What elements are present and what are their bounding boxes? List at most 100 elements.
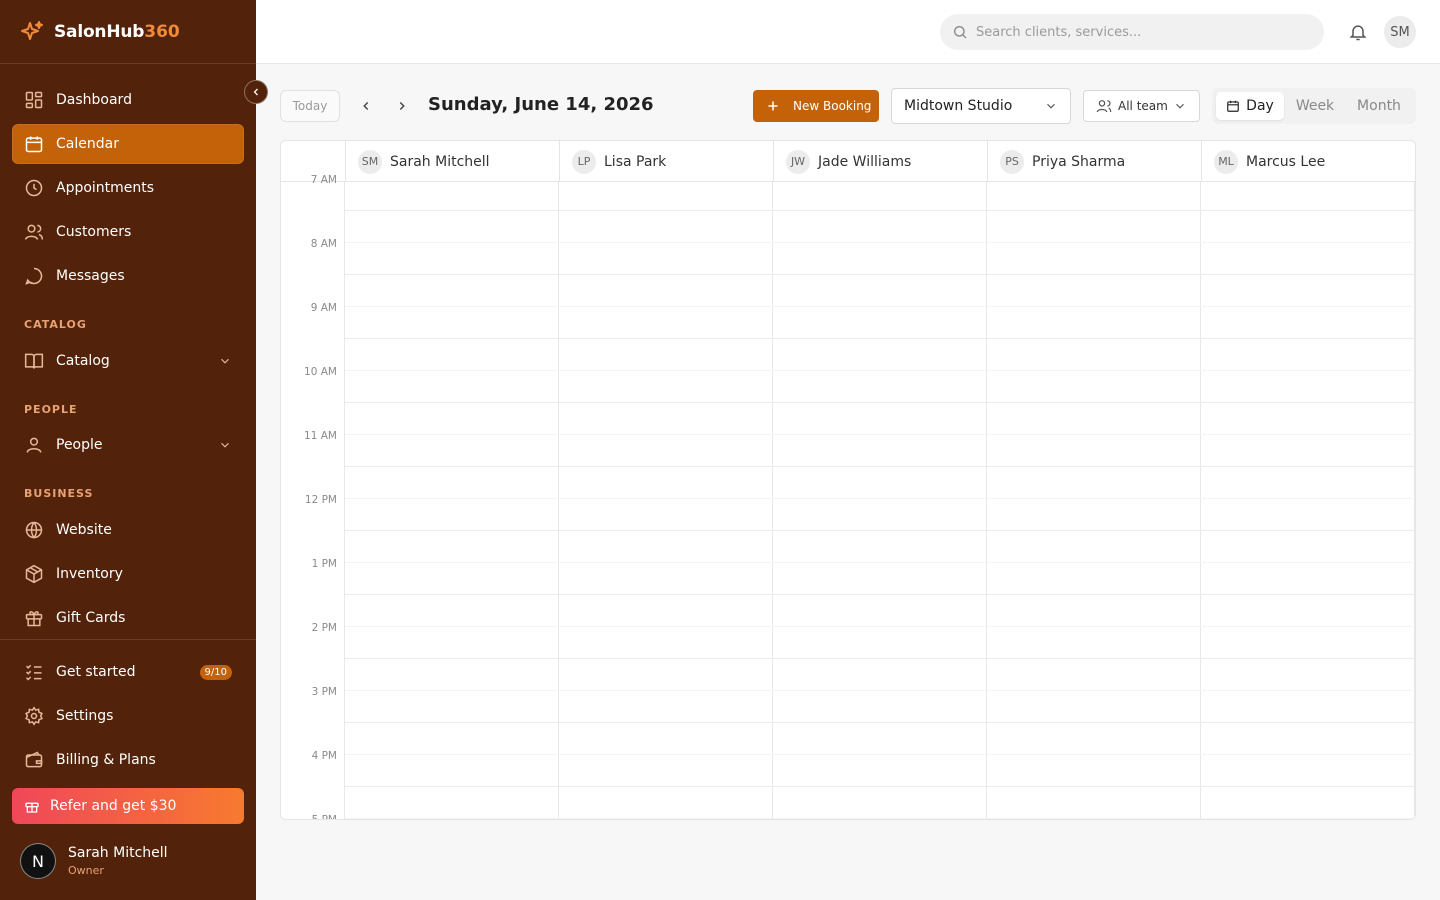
search-bar[interactable]: [940, 14, 1324, 50]
gear-icon: [25, 706, 43, 726]
sidebar-item-appointments[interactable]: Appointments: [12, 168, 244, 208]
team-filter[interactable]: All team: [1083, 90, 1200, 122]
half-hour-line: [345, 754, 1415, 755]
brand-name: SalonHub: [54, 21, 145, 42]
calendar-icon: [25, 136, 43, 153]
sparkle-logo-icon: [21, 20, 43, 40]
staff-column-header[interactable]: PS Priya Sharma: [987, 141, 1201, 182]
search-input[interactable]: [976, 24, 1296, 40]
avatar: JW: [786, 149, 810, 174]
chevron-left-icon: [253, 88, 258, 96]
today-button[interactable]: Today: [280, 90, 340, 122]
sidebar-item-label: Gift Cards: [56, 610, 126, 626]
hour-line: [345, 338, 1415, 339]
half-hour-line: [345, 626, 1415, 627]
column-divider: [1200, 182, 1201, 819]
sidebar-item-label: Appointments: [56, 180, 155, 196]
column-divider: [986, 182, 987, 819]
staff-column-header[interactable]: LP Lisa Park: [559, 141, 773, 182]
next-day-button[interactable]: [392, 96, 412, 116]
sidebar-item-billing[interactable]: Billing & Plans: [12, 740, 244, 780]
sidebar: SalonHub 360 Dashboard Calendar Appointme…: [0, 0, 256, 900]
checklist-icon: [25, 664, 42, 681]
sidebar-item-label: Customers: [56, 224, 132, 240]
sidebar-item-website[interactable]: Website: [12, 510, 244, 550]
time-label: 8 AM: [310, 238, 337, 250]
user-name: Sarah Mitchell: [68, 845, 168, 861]
chevron-left-icon: [363, 101, 369, 111]
staff-name: Sarah Mitchell: [390, 153, 490, 170]
collapse-sidebar-button[interactable]: [244, 80, 268, 104]
time-label: 4 PM: [311, 750, 337, 762]
half-hour-line: [345, 818, 1415, 819]
sidebar-item-dashboard[interactable]: Dashboard: [12, 80, 244, 120]
sidebar-item-gift-cards[interactable]: Gift Cards: [12, 598, 244, 638]
hour-line: [345, 786, 1415, 787]
view-day-button[interactable]: Day: [1216, 92, 1284, 120]
location-select[interactable]: Midtown Studio: [891, 88, 1071, 124]
sidebar-item-inventory[interactable]: Inventory: [12, 554, 244, 594]
chevron-down-icon: [1047, 103, 1055, 109]
users-icon: [24, 224, 44, 240]
time-grid[interactable]: 7 AM 8 AM 9 AM 10 AM 11 AM 12 PM 1 PM 2 PM 3 PM 4…: [281, 174, 1415, 820]
sidebar-divider: [0, 639, 256, 640]
staff-column-header[interactable]: JW Jade Williams: [773, 141, 987, 182]
sidebar-item-get-started[interactable]: Get started 9/10: [12, 652, 244, 692]
previous-day-button[interactable]: [356, 96, 376, 116]
half-hour-line: [345, 562, 1415, 563]
time-label: 7 AM: [310, 174, 337, 186]
box-icon: [25, 564, 43, 584]
user-icon: [26, 437, 42, 453]
sidebar-item-people[interactable]: People: [12, 425, 244, 465]
clock-icon: [25, 179, 43, 197]
sidebar-item-catalog[interactable]: Catalog: [12, 341, 244, 381]
bell-icon[interactable]: [1348, 22, 1368, 42]
hour-line: [345, 530, 1415, 531]
avatar: ML: [1214, 149, 1238, 174]
sidebar-item-calendar[interactable]: Calendar: [12, 124, 244, 164]
view-month-button[interactable]: Month: [1346, 92, 1412, 120]
column-divider: [1414, 182, 1415, 819]
brand[interactable]: SalonHub 360: [0, 0, 256, 64]
sidebar-item-customers[interactable]: Customers: [12, 212, 244, 252]
sidebar-item-messages[interactable]: Messages: [12, 256, 244, 296]
globe-icon: [25, 521, 43, 539]
book-icon: [24, 353, 44, 369]
wallet-icon: [25, 751, 43, 768]
new-booking-button[interactable]: New Booking: [753, 90, 879, 122]
hour-line: [345, 402, 1415, 403]
section-label-people: PEOPLE: [24, 403, 78, 416]
sidebar-item-label: Catalog: [56, 353, 110, 369]
avatar: LP: [572, 149, 596, 174]
half-hour-line: [345, 498, 1415, 499]
sidebar-item-settings[interactable]: Settings: [12, 696, 244, 736]
half-hour-line: [345, 306, 1415, 307]
page-title: Sunday, June 14, 2026: [428, 94, 654, 115]
view-week-button[interactable]: Week: [1286, 92, 1344, 120]
staff-name: Lisa Park: [604, 153, 667, 170]
staff-column-header[interactable]: SM Sarah Mitchell: [345, 141, 559, 182]
section-label-catalog: CATALOG: [24, 318, 87, 331]
staff-name: Jade Williams: [818, 153, 912, 170]
refer-button[interactable]: Refer and get $30: [12, 788, 244, 824]
avatar[interactable]: SM: [1384, 16, 1416, 48]
hour-line: [345, 210, 1415, 211]
column-divider: [558, 182, 559, 819]
users-icon: [1096, 100, 1112, 113]
sidebar-item-label: Messages: [56, 268, 125, 284]
view-label: Day: [1246, 98, 1274, 114]
plus-icon: [768, 101, 778, 111]
half-hour-line: [345, 242, 1415, 243]
new-booking-label: New Booking: [793, 99, 872, 113]
sidebar-item-label: Dashboard: [56, 92, 132, 108]
time-label: 5 PM: [311, 814, 337, 820]
sidebar-item-label: People: [56, 437, 103, 453]
team-value: All team: [1118, 99, 1168, 113]
staff-column-header[interactable]: ML Marcus Lee: [1201, 141, 1415, 182]
time-label: 11 AM: [304, 430, 337, 442]
user-profile[interactable]: N Sarah Mitchell Owner: [20, 843, 168, 879]
search-icon: [954, 26, 967, 39]
sidebar-item-label: Get started: [56, 664, 136, 680]
half-hour-line: [345, 690, 1415, 691]
time-label: 9 AM: [310, 302, 337, 314]
